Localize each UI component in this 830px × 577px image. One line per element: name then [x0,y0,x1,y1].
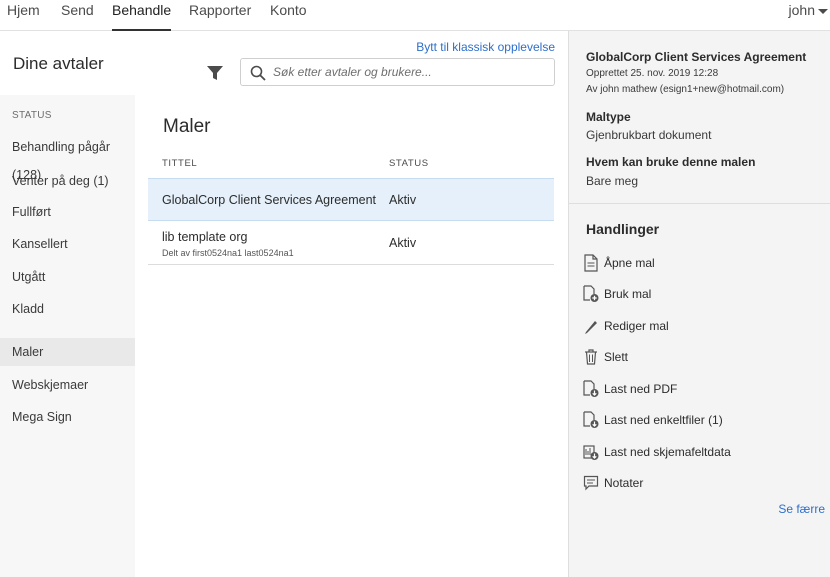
search-box [240,58,555,86]
see-less-link[interactable]: Se færre [778,502,825,516]
use-template-icon [583,285,599,303]
action-label: Last ned PDF [604,382,678,396]
tab-behandle[interactable]: Behandle [112,2,172,31]
tab-hjem[interactable]: Hjem [7,2,40,31]
action-label: Notater [604,476,644,490]
who-can-use-label: Hvem kan bruke denne malen [586,155,756,169]
details-author: Av john mathew (esign1+new@hotmail.com) [586,84,785,95]
action-label: Last ned enkeltfiler (1) [604,413,723,427]
divider [569,203,830,204]
page-title: Dine avtaler [13,54,104,73]
row-title: lib template org [162,230,248,244]
sidebar-item-web-forms[interactable]: Webskjemaer [0,371,135,399]
template-type-label: Maltype [586,110,631,124]
sidebar-item-completed[interactable]: Fullført [0,198,135,226]
sidebar-item-draft[interactable]: Kladd [0,295,135,323]
search-icon [250,65,266,86]
switch-classic-link[interactable]: Bytt til klassisk opplevelse [416,40,555,54]
chevron-down-icon [818,8,828,14]
actions-heading: Handlinger [586,221,660,237]
trash-icon [583,348,599,366]
filter-icon[interactable] [206,64,226,82]
who-can-use-value: Bare meg [586,174,639,188]
details-panel: GlobalCorp Client Services Agreement Opp… [568,31,830,577]
open-document-icon [583,254,599,272]
row-title: GlobalCorp Client Services Agreement [162,193,376,207]
row-shared-by: Delt av first0524na1 last0524na1 [162,248,294,258]
action-label: Last ned skjemafeltdata [604,445,731,459]
download-files-icon [583,411,599,429]
row-status: Aktiv [389,236,417,250]
table-row[interactable]: lib template org Delt av first0524na1 la… [148,222,554,265]
pencil-icon [583,317,599,335]
sidebar-item-mega-sign[interactable]: Mega Sign [0,403,135,431]
action-label: Slett [604,350,629,364]
column-header-status[interactable]: STATUS [389,158,429,169]
notes-icon [583,474,599,492]
download-form-data-icon [583,443,599,461]
status-heading: STATUS [12,110,52,121]
action-label: Bruk mal [604,287,652,301]
sidebar-item-expired[interactable]: Utgått [0,263,135,291]
action-label: Åpne mal [604,256,655,270]
tab-send[interactable]: Send [61,2,94,31]
sidebar-item-in-progress[interactable]: Behandling pågår (128) [0,133,135,182]
row-status: Aktiv [389,193,417,207]
table-row[interactable]: GlobalCorp Client Services Agreement Akt… [148,178,554,221]
sidebar-item-cancelled[interactable]: Kansellert [0,230,135,258]
list-title: Maler [163,116,211,137]
action-label: Rediger mal [604,319,669,333]
sidebar-item-waiting[interactable]: Venter på deg (1) [0,167,135,195]
user-menu[interactable]: john [789,2,828,18]
sidebar-item-templates[interactable]: Maler [0,338,135,366]
search-input[interactable] [273,63,543,81]
details-title: GlobalCorp Client Services Agreement [586,50,807,64]
tab-konto[interactable]: Konto [270,2,307,31]
tab-rapporter[interactable]: Rapporter [189,2,251,31]
user-name: john [788,2,815,18]
template-type-value: Gjenbrukbart dokument [586,128,712,142]
top-navigation: Hjem Send Behandle Rapporter Konto john [0,0,830,31]
download-pdf-icon [583,380,599,398]
page-header: Dine avtaler Bytt til klassisk opplevels… [0,31,568,95]
column-header-title[interactable]: TITTEL [162,158,197,169]
details-created: Opprettet 25. nov. 2019 12:28 [586,68,719,79]
template-list: Maler TITTEL STATUS GlobalCorp Client Se… [135,95,568,577]
